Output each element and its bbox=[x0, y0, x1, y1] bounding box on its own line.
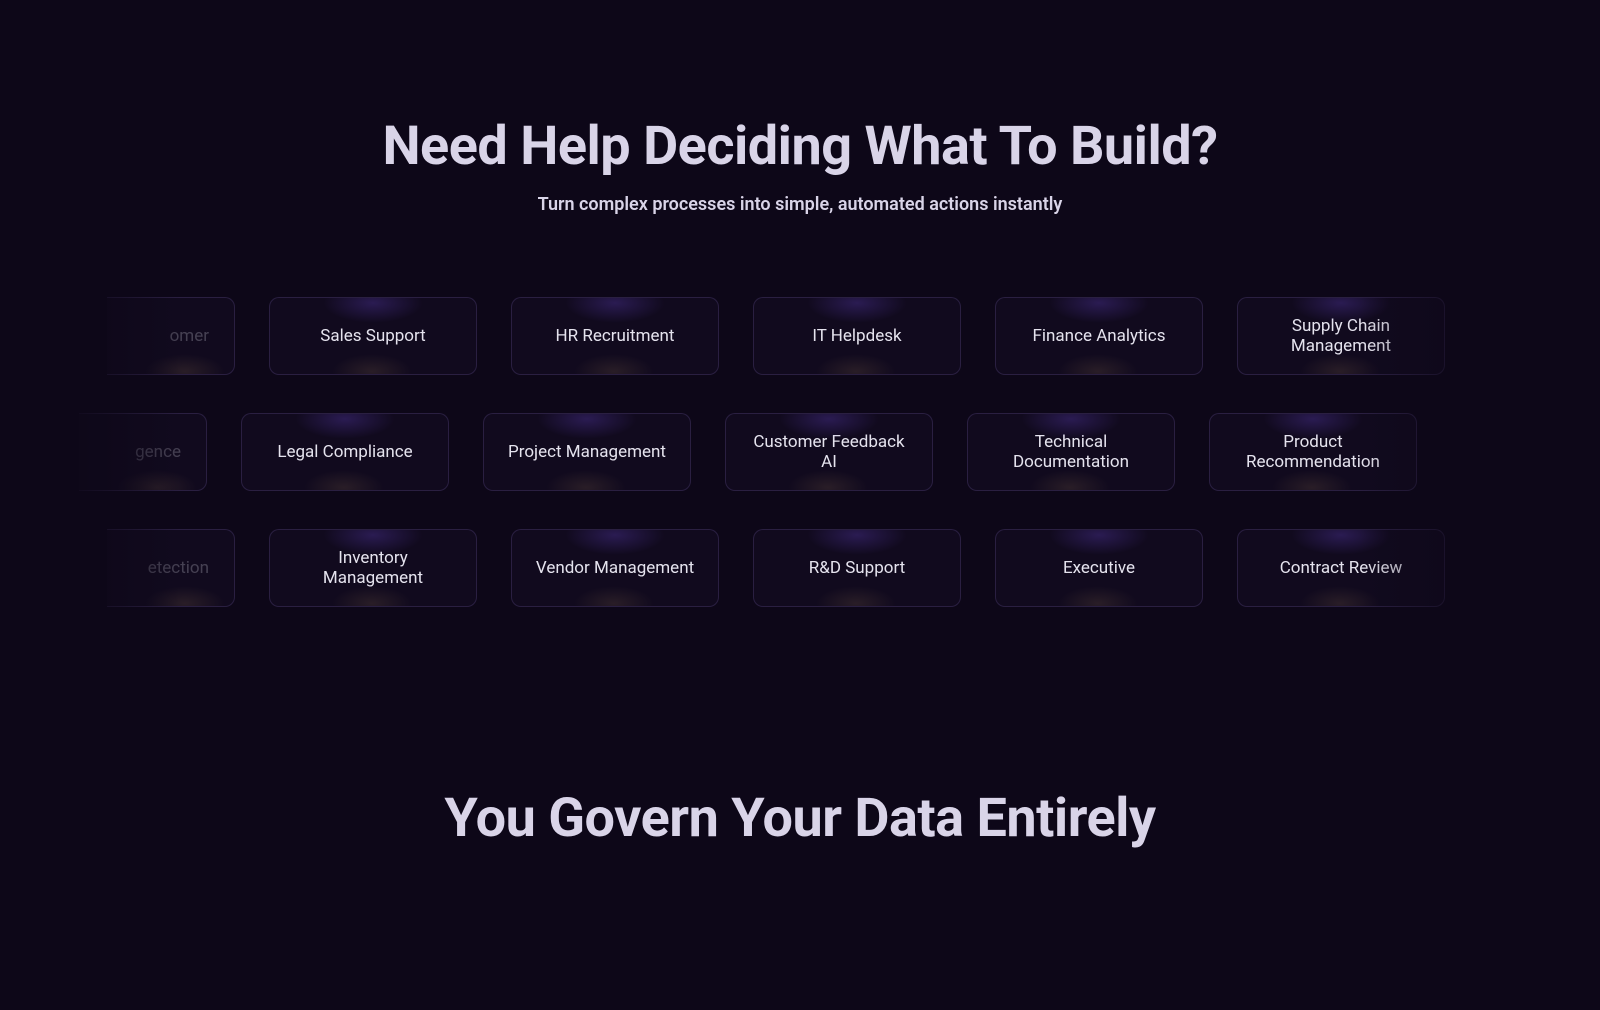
page-subtitle: Turn complex processes into simple, auto… bbox=[0, 194, 1600, 215]
card-project-management[interactable]: Project Management bbox=[483, 413, 691, 491]
card-row-3: etection Inventory Management Vendor Man… bbox=[0, 529, 1596, 607]
card-row-1: omer Sales Support HR Recruitment IT Hel… bbox=[0, 297, 1596, 375]
card-finance-analytics[interactable]: Finance Analytics bbox=[995, 297, 1203, 375]
card-technical-documentation[interactable]: Technical Documentation bbox=[967, 413, 1175, 491]
card-product-recommendation[interactable]: Product Recommendation bbox=[1209, 413, 1417, 491]
card-supply-chain-management[interactable]: Supply Chain Management bbox=[1237, 297, 1445, 375]
card-hr-recruitment[interactable]: HR Recruitment bbox=[511, 297, 719, 375]
card-rd-support[interactable]: R&D Support bbox=[753, 529, 961, 607]
card-row-2: gence Legal Compliance Project Managemen… bbox=[0, 413, 1568, 491]
cards-section: omer Sales Support HR Recruitment IT Hel… bbox=[0, 297, 1600, 607]
card-executive[interactable]: Executive bbox=[995, 529, 1203, 607]
page-title: Need Help Deciding What To Build? bbox=[0, 115, 1600, 178]
card-inventory-management[interactable]: Inventory Management bbox=[269, 529, 477, 607]
card-it-helpdesk[interactable]: IT Helpdesk bbox=[753, 297, 961, 375]
card-contract-review[interactable]: Contract Review bbox=[1237, 529, 1445, 607]
card-customer-feedback-ai[interactable]: Customer Feedback AI bbox=[725, 413, 933, 491]
bottom-section-title: You Govern Your Data Entirely bbox=[0, 787, 1600, 850]
card-vendor-management[interactable]: Vendor Management bbox=[511, 529, 719, 607]
card-legal-compliance[interactable]: Legal Compliance bbox=[241, 413, 449, 491]
hero-section: Need Help Deciding What To Build? Turn c… bbox=[0, 0, 1600, 215]
card-sales-support[interactable]: Sales Support bbox=[269, 297, 477, 375]
card-partial-detection[interactable]: etection bbox=[107, 529, 235, 607]
card-partial-customer[interactable]: omer bbox=[107, 297, 235, 375]
card-partial-intelligence[interactable]: gence bbox=[79, 413, 207, 491]
